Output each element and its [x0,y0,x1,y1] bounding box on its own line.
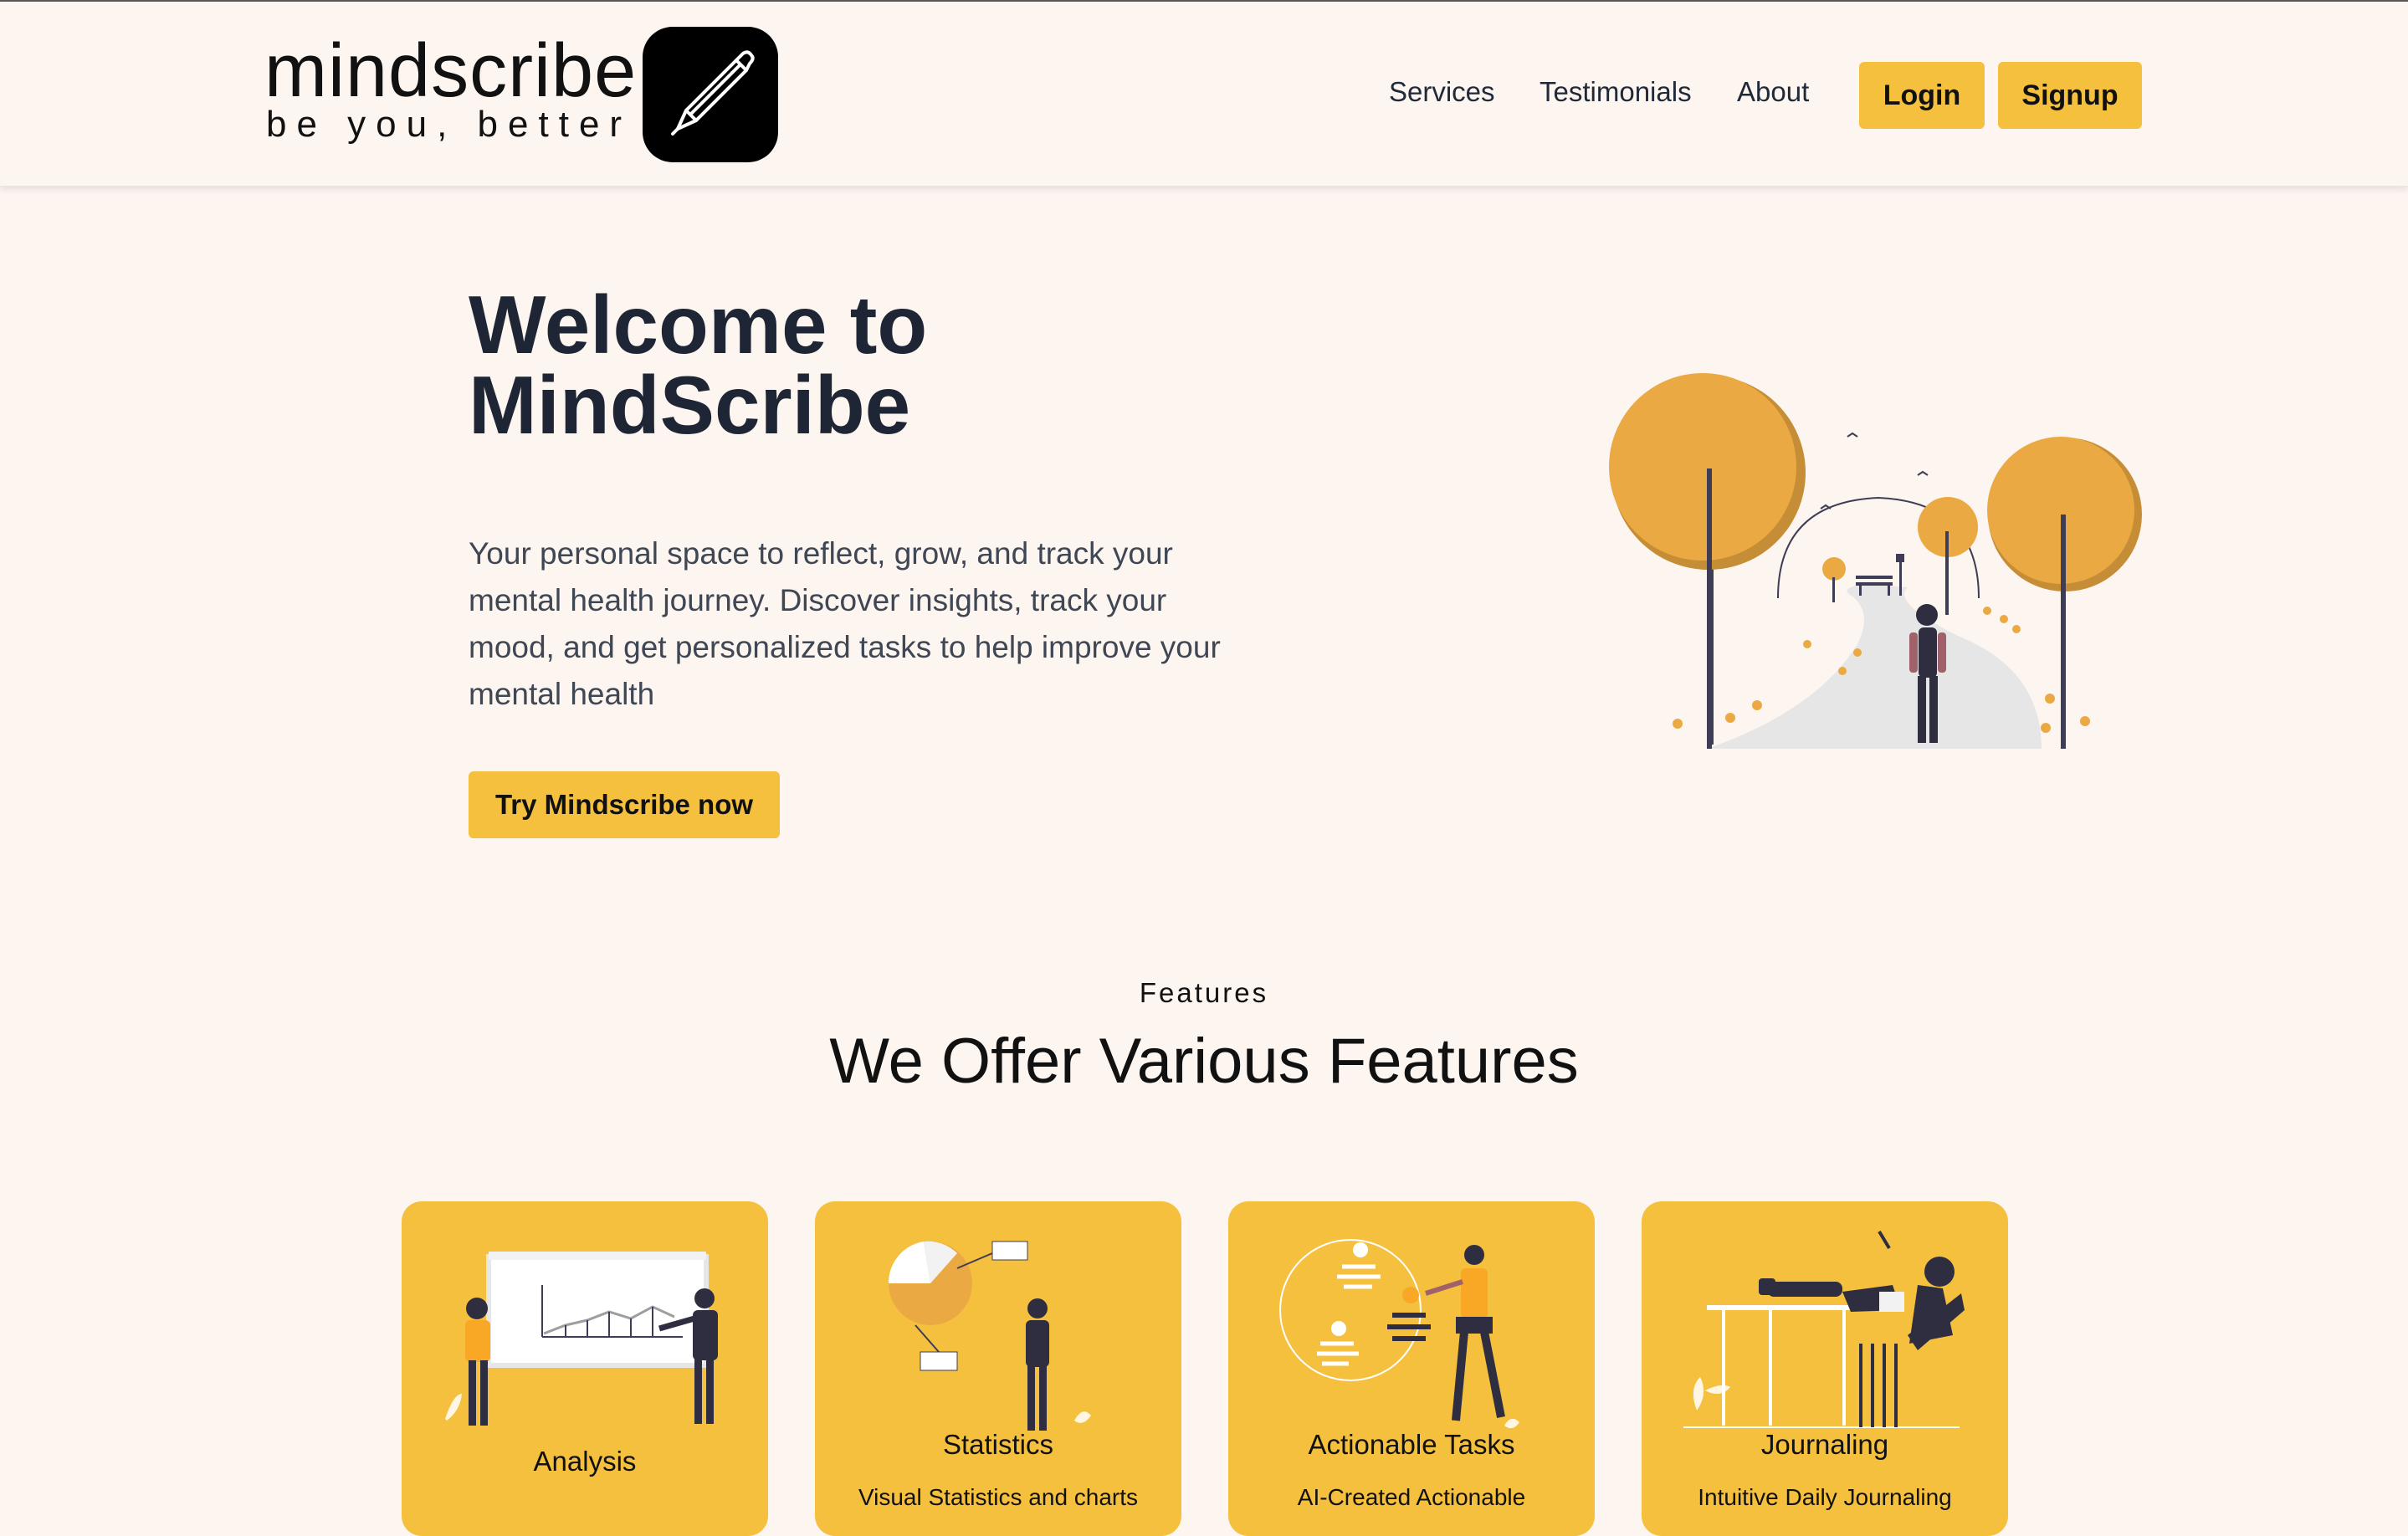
park-walk-illustration [1606,368,2150,765]
features-heading: We Offer Various Features [829,1026,1579,1097]
feature-card-title: Analysis [533,1446,637,1477]
site-header: mindscribe be you, better Services Testi… [0,2,2408,187]
feature-card-statistics[interactable]: Statistics Visual Statistics and charts [815,1201,1181,1536]
feature-card-analysis[interactable]: Analysis [402,1201,768,1536]
hero-title: Welcome to MindScribe [469,279,928,451]
feature-card-description: Visual Statistics and charts [858,1484,1139,1510]
feature-card-title: Journaling [1760,1429,1889,1460]
pen-icon[interactable] [643,27,778,162]
nav-link-services[interactable]: Services [1389,75,1495,109]
feature-card-actionable-tasks[interactable]: Actionable Tasks AI-Created Actionable [1228,1201,1595,1536]
try-mindscribe-button[interactable]: Try Mindscribe now [469,771,780,838]
nav-link-testimonials[interactable]: Testimonials [1540,75,1692,109]
feature-card-title: Statistics [942,1429,1054,1460]
feature-card-description: Intuitive Daily Journaling [1698,1484,1952,1510]
feature-card-description: AI-Created Actionable [1297,1484,1526,1510]
hero-description: Your personal space to reflect, grow, an… [469,536,1221,711]
logo-wordmark[interactable]: mindscribe [264,33,637,109]
nav-link-about[interactable]: About [1737,75,1809,109]
analysis-illustration [445,1252,718,1426]
logo-tagline: be you, better [266,104,633,145]
signup-button[interactable]: Signup [1998,62,2142,129]
feature-card-title: Actionable Tasks [1308,1429,1515,1460]
feature-card-journaling[interactable]: Journaling Intuitive Daily Journaling [1642,1201,2008,1536]
features-kicker: Features [1139,977,1269,1008]
login-button[interactable]: Login [1859,62,1985,129]
